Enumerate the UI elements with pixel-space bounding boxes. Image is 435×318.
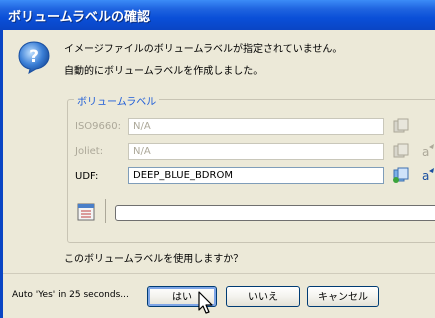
footer-divider <box>3 273 435 274</box>
svg-text:a: a <box>422 145 429 159</box>
iso9660-field: N/A <box>128 118 384 135</box>
checklist-icon <box>77 203 95 221</box>
udf-label: UDF: <box>75 171 99 182</box>
text-edit-icon: a <box>422 144 434 159</box>
group-label: ボリュームラベル <box>74 93 160 108</box>
no-button[interactable]: いいえ <box>226 286 300 307</box>
joliet-label: Joliet: <box>75 146 104 157</box>
copy-icon <box>393 143 409 158</box>
copy-icon <box>393 118 409 133</box>
mouse-cursor-icon <box>198 291 213 314</box>
joliet-field: N/A <box>128 143 384 160</box>
progress-bar <box>115 205 435 221</box>
title-bar[interactable]: ボリュームラベルの確認 <box>0 0 435 31</box>
cancel-button[interactable]: キャンセル <box>307 286 379 307</box>
udf-field[interactable]: DEEP_BLUE_BDROM <box>128 167 384 184</box>
copy-icon[interactable] <box>392 166 410 184</box>
window-title: ボリュームラベルの確認 <box>8 10 150 25</box>
svg-text:?: ? <box>29 47 39 67</box>
message-line-1: イメージファイルのボリュームラベルが指定されていません。 <box>64 44 343 55</box>
text-edit-icon[interactable]: a <box>418 166 435 184</box>
svg-text:a: a <box>422 169 429 183</box>
divider <box>105 199 106 223</box>
confirm-question: このボリュームラベルを使用しますか？ <box>64 254 244 265</box>
auto-yes-countdown: Auto 'Yes' in 25 seconds... <box>12 290 129 300</box>
question-icon: ? <box>18 41 50 74</box>
iso9660-label: ISO9660: <box>75 121 121 132</box>
message-line-2: 自動的にボリュームラベルを作成しました。 <box>64 66 264 77</box>
